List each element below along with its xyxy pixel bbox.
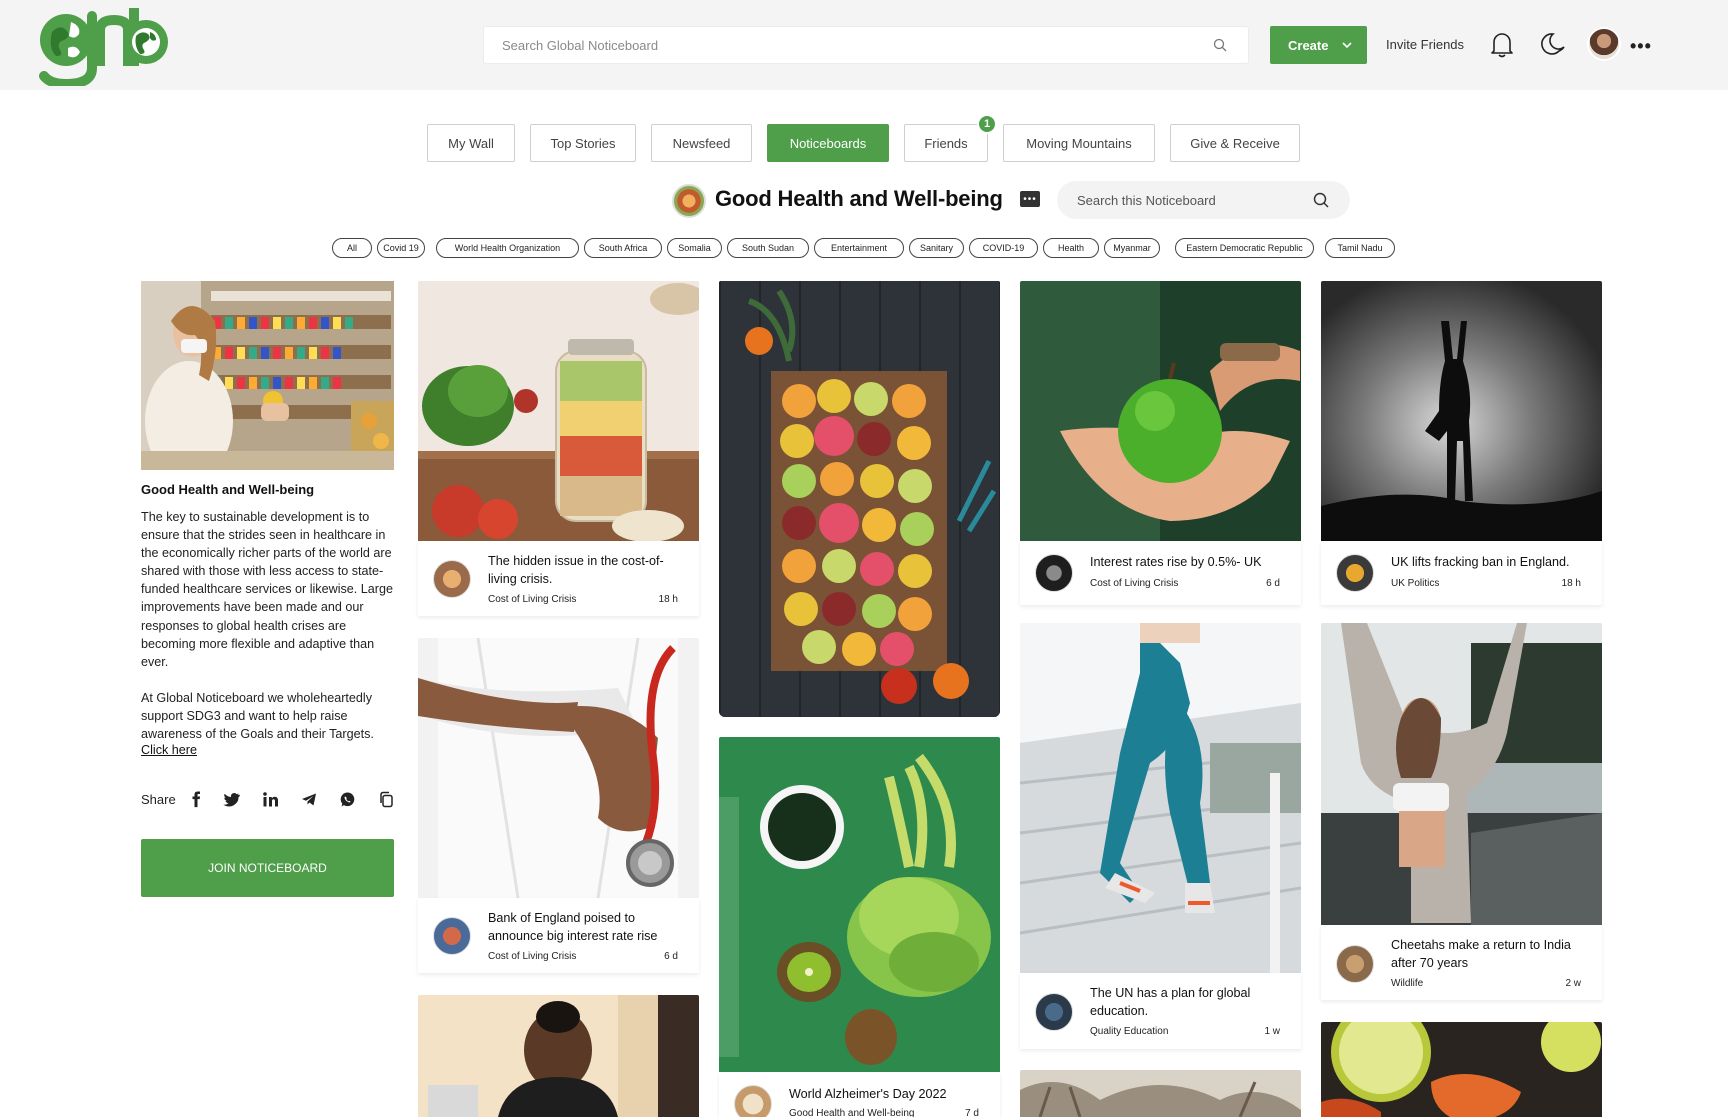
card-image[interactable] bbox=[1321, 1022, 1602, 1117]
card-category[interactable]: Quality Education bbox=[1090, 1026, 1168, 1037]
noticeboard-search[interactable] bbox=[1057, 181, 1350, 219]
filter-chip[interactable]: Sanitary bbox=[909, 238, 964, 258]
global-search[interactable] bbox=[483, 26, 1249, 64]
card-time: 18 h bbox=[1561, 578, 1581, 589]
card-avatar bbox=[433, 560, 471, 598]
card-image[interactable] bbox=[418, 995, 699, 1117]
noticeboard-menu-button[interactable]: ••• bbox=[1020, 191, 1040, 207]
card-image[interactable] bbox=[1020, 623, 1301, 973]
card-title[interactable]: Bank of England poised to announce big i… bbox=[488, 909, 683, 945]
card-avatar bbox=[1035, 993, 1073, 1031]
copy-icon[interactable] bbox=[378, 791, 395, 808]
card-time: 7 d bbox=[965, 1108, 979, 1117]
card-avatar bbox=[1336, 945, 1374, 983]
noticeboard-cover-image bbox=[141, 281, 394, 470]
card-avatar bbox=[1035, 554, 1073, 592]
card-image[interactable] bbox=[1020, 281, 1301, 541]
tab-noticeboards[interactable]: Noticeboards bbox=[767, 124, 889, 162]
card-title[interactable]: The UN has a plan for global education. bbox=[1090, 984, 1285, 1020]
filter-chip[interactable]: South Africa bbox=[584, 238, 662, 258]
tab-moving-mountains[interactable]: Moving Mountains bbox=[1003, 124, 1155, 162]
tab-label: Give & Receive bbox=[1190, 135, 1280, 151]
filter-chip[interactable]: COVID-19 bbox=[969, 238, 1038, 258]
card-category[interactable]: Good Health and Well-being bbox=[789, 1108, 914, 1117]
card-time: 2 w bbox=[1565, 978, 1581, 989]
card-time: 18 h bbox=[658, 594, 678, 605]
card-category[interactable]: Wildlife bbox=[1391, 978, 1423, 989]
card-time: 6 d bbox=[664, 951, 678, 962]
sidebar-title: Good Health and Well-being bbox=[141, 482, 315, 497]
noticeboard-avatar bbox=[672, 184, 706, 218]
sidebar-description-secondary: At Global Noticeboard we wholeheartedly … bbox=[141, 691, 374, 742]
tab-label: Newsfeed bbox=[672, 135, 731, 151]
card-title[interactable]: World Alzheimer's Day 2022 bbox=[789, 1085, 984, 1103]
telegram-icon[interactable] bbox=[301, 791, 318, 808]
gnb-logo[interactable] bbox=[38, 4, 170, 86]
top-header: Create Invite Friends ••• bbox=[0, 0, 1728, 90]
share-label: Share bbox=[141, 792, 176, 807]
join-noticeboard-button[interactable]: JOIN NOTICEBOARD bbox=[141, 839, 394, 897]
card-category[interactable]: UK Politics bbox=[1391, 578, 1439, 589]
card-time: 1 w bbox=[1264, 1026, 1280, 1037]
card-avatar bbox=[1336, 554, 1374, 592]
tab-friends[interactable]: Friends bbox=[904, 124, 988, 162]
tab-label: My Wall bbox=[448, 135, 494, 151]
global-search-input[interactable] bbox=[484, 27, 1184, 63]
tab-top-stories[interactable]: Top Stories bbox=[530, 124, 636, 162]
tab-label: Noticeboards bbox=[789, 135, 867, 151]
tab-give-receive[interactable]: Give & Receive bbox=[1170, 124, 1300, 162]
invite-friends-link[interactable]: Invite Friends bbox=[1386, 37, 1464, 52]
card-image[interactable] bbox=[1321, 281, 1602, 541]
twitter-icon[interactable] bbox=[223, 791, 240, 808]
filter-chip[interactable]: Eastern Democratic Republic bbox=[1175, 238, 1314, 258]
friends-notification-badge: 1 bbox=[977, 114, 997, 134]
tab-my-wall[interactable]: My Wall bbox=[427, 124, 515, 162]
card-category[interactable]: Cost of Living Crisis bbox=[488, 594, 576, 605]
filter-chip[interactable]: South Sudan bbox=[727, 238, 809, 258]
filter-chip[interactable]: World Health Organization bbox=[436, 238, 579, 258]
card-image[interactable] bbox=[719, 737, 1000, 1072]
create-label: Create bbox=[1288, 37, 1329, 53]
filter-chip[interactable]: Health bbox=[1043, 238, 1099, 258]
whatsapp-icon[interactable] bbox=[339, 791, 356, 808]
search-icon[interactable] bbox=[1312, 191, 1330, 209]
card-title[interactable]: The hidden issue in the cost-of-living c… bbox=[488, 552, 683, 588]
noticeboard-search-input[interactable] bbox=[1057, 181, 1297, 219]
card-category[interactable]: Cost of Living Crisis bbox=[1090, 578, 1178, 589]
card-image[interactable] bbox=[418, 281, 699, 541]
filter-chip-all[interactable]: All bbox=[332, 238, 372, 258]
tab-label: Moving Mountains bbox=[1026, 135, 1132, 151]
card-image[interactable] bbox=[1020, 1070, 1301, 1117]
card-image[interactable] bbox=[719, 281, 1000, 717]
chevron-down-icon bbox=[1342, 42, 1352, 49]
dark-mode-moon-icon[interactable] bbox=[1541, 31, 1567, 57]
card-category[interactable]: Cost of Living Crisis bbox=[488, 951, 576, 962]
search-icon[interactable] bbox=[1212, 37, 1228, 53]
user-avatar[interactable] bbox=[1587, 27, 1621, 61]
card-title[interactable]: UK lifts fracking ban in England. bbox=[1391, 553, 1586, 571]
facebook-icon[interactable] bbox=[188, 791, 205, 808]
filter-chip[interactable]: Entertainment bbox=[814, 238, 904, 258]
create-button[interactable]: Create bbox=[1270, 26, 1367, 64]
tab-label: Top Stories bbox=[550, 135, 616, 151]
card-image[interactable] bbox=[418, 638, 699, 898]
notification-bell-icon[interactable] bbox=[1489, 30, 1515, 58]
more-options-icon[interactable]: ••• bbox=[1630, 36, 1652, 57]
noticeboard-title: Good Health and Well-being bbox=[715, 186, 1003, 211]
card-time: 6 d bbox=[1266, 578, 1280, 589]
sidebar-description: The key to sustainable development is to… bbox=[141, 510, 394, 669]
filter-chip[interactable]: Somalia bbox=[667, 238, 722, 258]
card-avatar bbox=[734, 1085, 772, 1117]
tab-newsfeed[interactable]: Newsfeed bbox=[651, 124, 752, 162]
click-here-link[interactable]: Click here bbox=[141, 743, 197, 757]
tab-label: Friends bbox=[924, 135, 968, 151]
card-image[interactable] bbox=[1321, 623, 1602, 925]
filter-chip[interactable]: Tamil Nadu bbox=[1325, 238, 1395, 258]
card-avatar bbox=[433, 917, 471, 955]
filter-chip[interactable]: Covid 19 bbox=[377, 238, 425, 258]
filter-chip[interactable]: Myanmar bbox=[1104, 238, 1160, 258]
card-title[interactable]: Interest rates rise by 0.5%- UK bbox=[1090, 553, 1285, 571]
linkedin-icon[interactable] bbox=[262, 791, 279, 808]
card-title[interactable]: Cheetahs make a return to India after 70… bbox=[1391, 936, 1586, 972]
